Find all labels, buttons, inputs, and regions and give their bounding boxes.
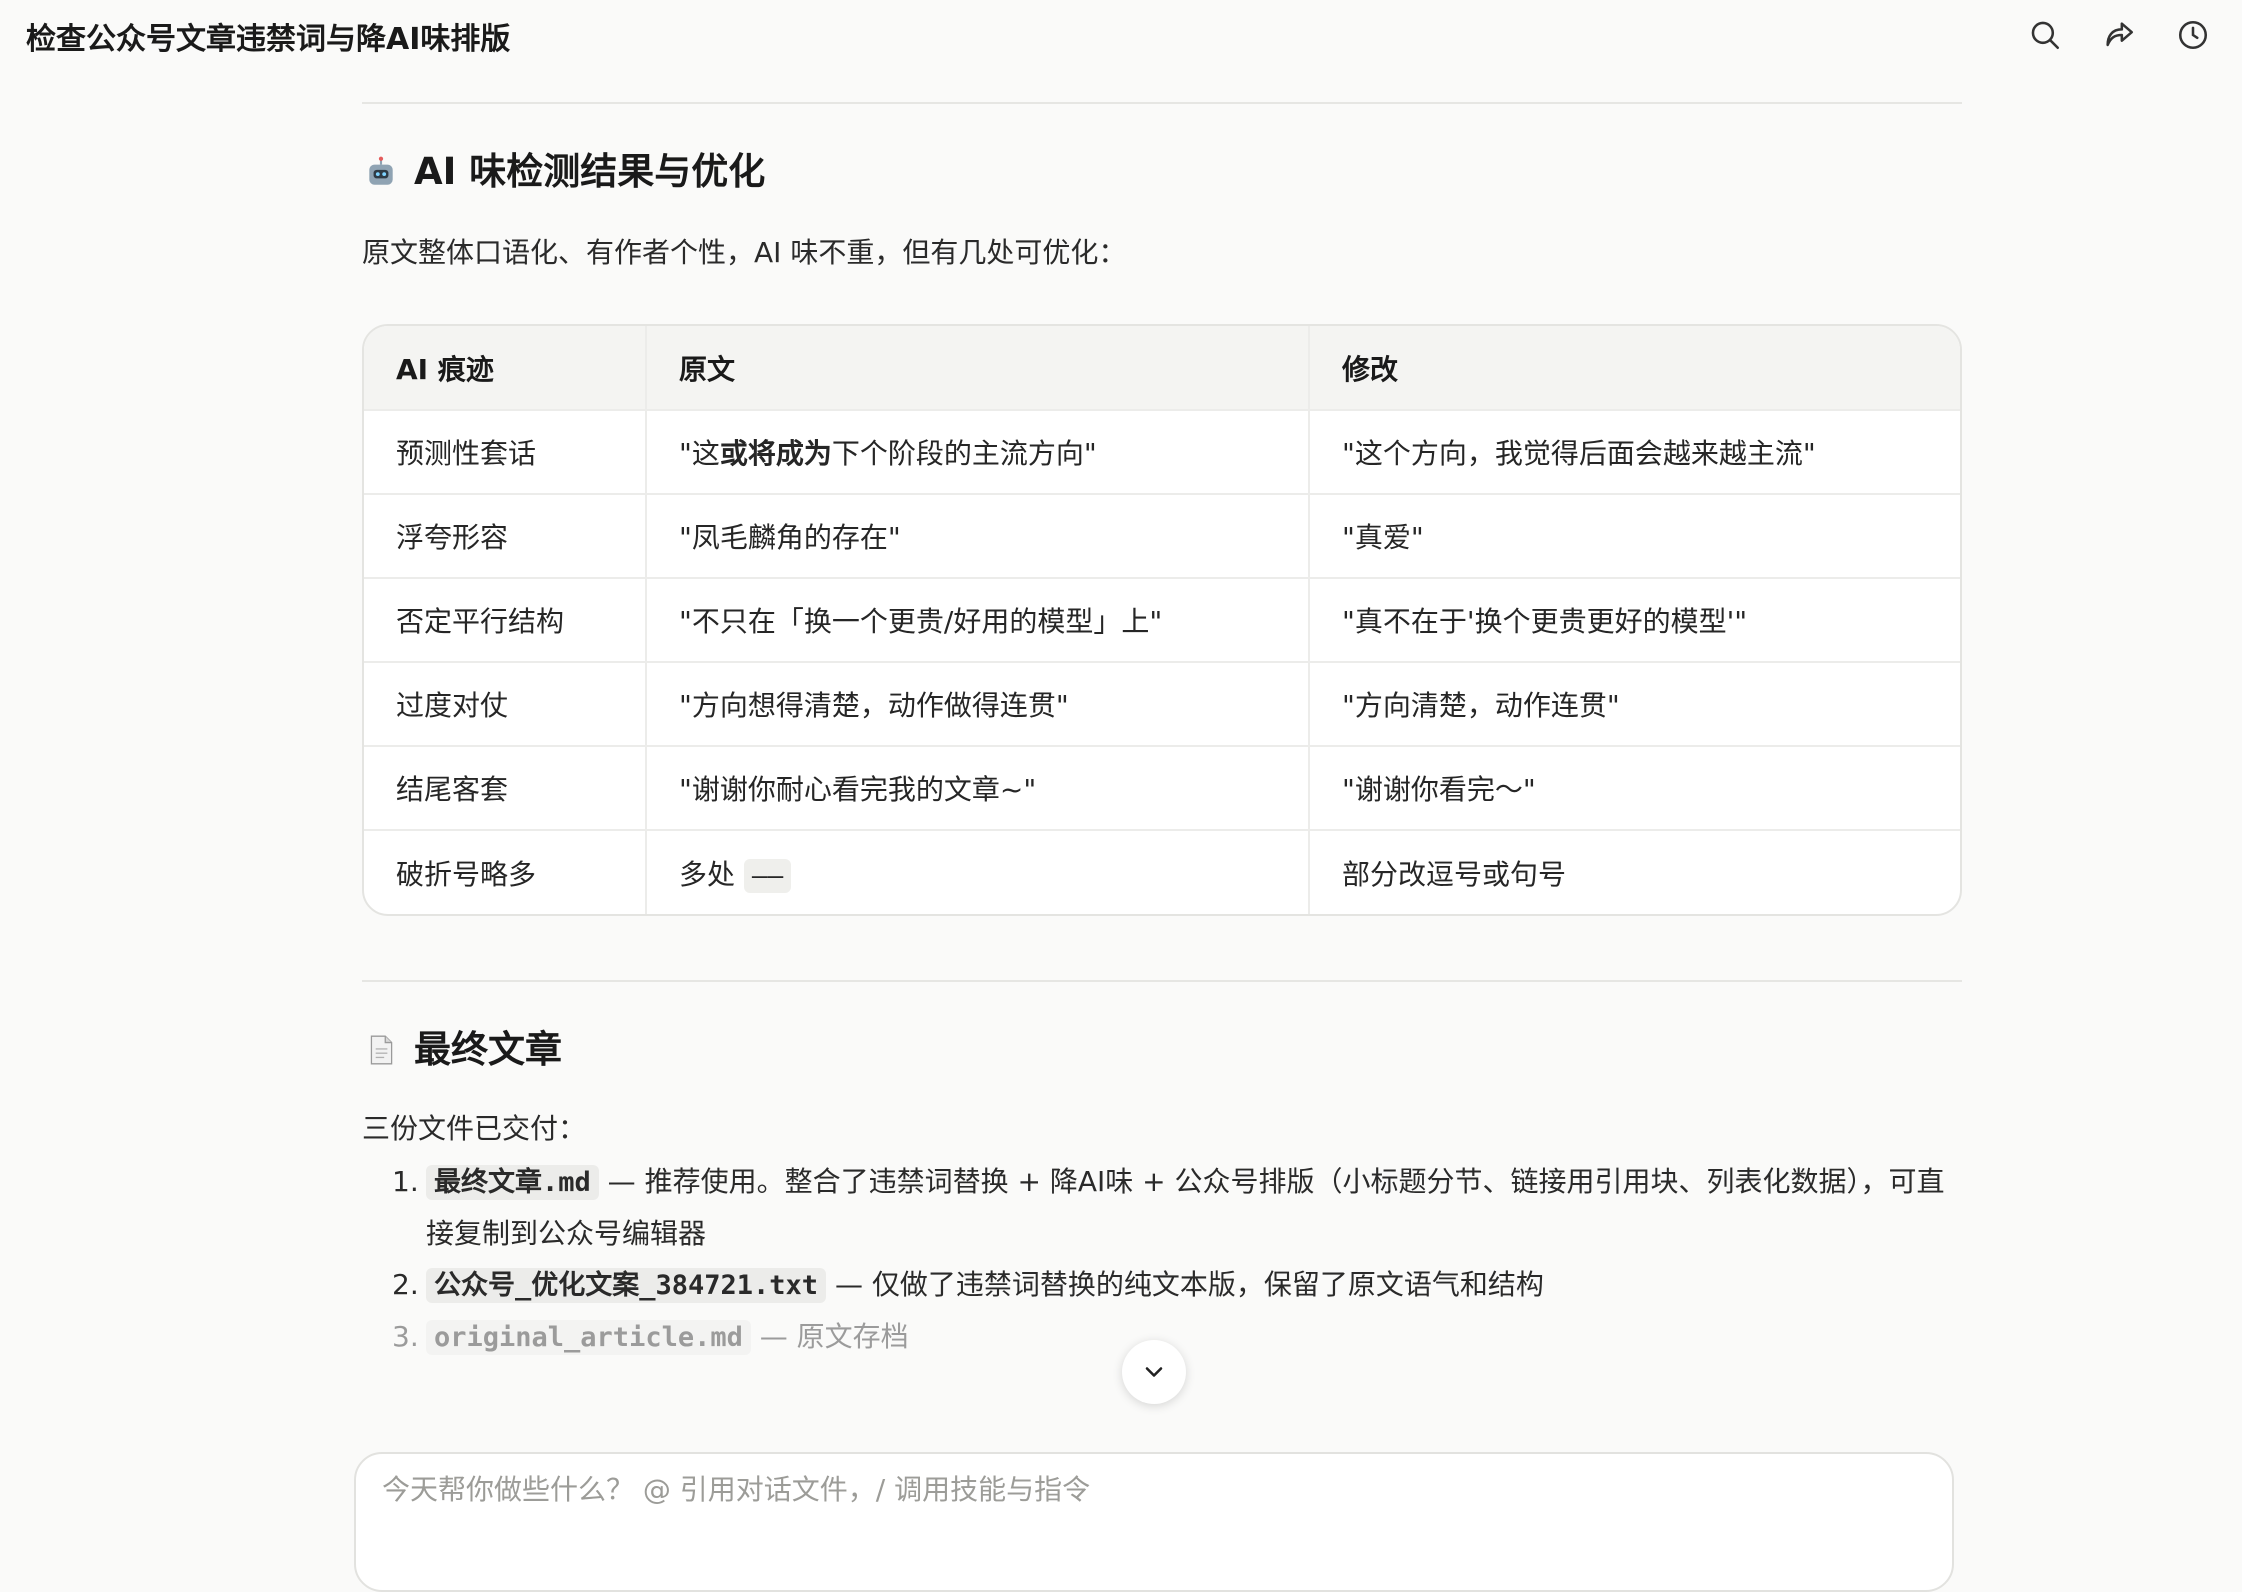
final-section-title: 最终文章	[414, 1028, 562, 1071]
table-cell-original: "不只在「换一个更贵/好用的模型」上"	[646, 578, 1310, 663]
file-description: — 推荐使用。整合了违禁词替换 + 降AI味 + 公众号排版（小标题分节、链接用…	[426, 1165, 1945, 1250]
message-content: AI 味检测结果与优化 原文整体口语化、有作者个性，AI 味不重，但有几处可优化…	[362, 102, 1962, 1363]
file-list: 1. 最终文章.md — 推荐使用。整合了违禁词替换 + 降AI味 + 公众号排…	[362, 1156, 1962, 1363]
table-cell-original: "凤毛麟角的存在"	[646, 494, 1310, 579]
search-icon[interactable]	[2026, 16, 2064, 54]
top-actions	[2026, 16, 2212, 54]
table-row: 预测性套话 "这或将成为下个阶段的主流方向" "这个方向，我觉得后面会越来越主流…	[364, 410, 1960, 495]
table-cell-trace: 破折号略多	[364, 830, 647, 914]
file-name[interactable]: 最终文章.md	[426, 1165, 599, 1200]
file-name[interactable]: original_article.md	[426, 1320, 751, 1355]
table-cell-fix: "真不在于'换个更贵更好的模型'"	[1309, 578, 1960, 663]
list-number: 2.	[392, 1268, 419, 1301]
document-icon	[362, 1031, 400, 1069]
table-cell-fix: "谢谢你看完～"	[1309, 746, 1960, 831]
table-cell-fix: "方向清楚，动作连贯"	[1309, 662, 1960, 747]
ai-section-intro: 原文整体口语化、有作者个性，AI 味不重，但有几处可优化：	[362, 236, 1127, 269]
file-description: — 仅做了违禁词替换的纯文本版，保留了原文语气和结构	[826, 1268, 1544, 1301]
history-icon[interactable]	[2174, 16, 2212, 54]
original-text-bold: 或将成为	[719, 437, 832, 470]
file-description: — 原文存档	[750, 1320, 909, 1353]
top-bar: 检查公众号文章违禁词与降AI味排版	[0, 0, 2242, 80]
ai-trace-table: AI 痕迹 原文 修改 预测性套话 "这或将成为下个阶段的主流方向" "这个方向…	[362, 324, 1962, 916]
list-number: 1.	[392, 1165, 419, 1198]
ai-section-title: AI 味检测结果与优化	[414, 150, 766, 193]
original-text: 多处	[679, 857, 736, 891]
table-row: 结尾客套 "谢谢你耐心看完我的文章~" "谢谢你看完～"	[364, 746, 1960, 831]
inline-code: ——	[743, 858, 792, 893]
table-cell-trace: 否定平行结构	[364, 578, 647, 663]
list-item: 1. 最终文章.md — 推荐使用。整合了违禁词替换 + 降AI味 + 公众号排…	[362, 1156, 1962, 1259]
table-header: 原文	[646, 326, 1310, 411]
chevron-down-icon	[1145, 1367, 1163, 1377]
table-cell-original: "谢谢你耐心看完我的文章~"	[646, 746, 1310, 831]
file-name[interactable]: 公众号_优化文案_384721.txt	[426, 1268, 827, 1303]
chat-title: 检查公众号文章违禁词与降AI味排版	[26, 22, 511, 57]
table-cell-trace: 浮夸形容	[364, 494, 647, 579]
table-cell-original: 多处 ——	[646, 830, 1310, 914]
table-header: AI 痕迹	[364, 326, 647, 411]
table-cell-original: "这或将成为下个阶段的主流方向"	[646, 410, 1310, 495]
table-row: 破折号略多 多处 —— 部分改逗号或句号	[364, 830, 1960, 914]
table-row: 否定平行结构 "不只在「换一个更贵/好用的模型」上" "真不在于'换个更贵更好的…	[364, 578, 1960, 663]
table-header-row: AI 痕迹 原文 修改	[364, 326, 1960, 411]
table-cell-trace: 过度对仗	[364, 662, 647, 747]
table-cell-trace: 结尾客套	[364, 746, 647, 831]
table-cell-fix: 部分改逗号或句号	[1342, 857, 1567, 891]
table-row: 浮夸形容 "凤毛麟角的存在" "真爱"	[364, 494, 1960, 579]
table-cell-original: "方向想得清楚，动作做得连贯"	[646, 662, 1310, 747]
robot-icon	[362, 153, 400, 191]
table-row: 过度对仗 "方向想得清楚，动作做得连贯" "方向清楚，动作连贯"	[364, 662, 1960, 747]
table-cell-fix: "真爱"	[1309, 494, 1960, 579]
message-input[interactable]	[380, 1472, 1928, 1507]
final-section-heading: 最终文章	[362, 1024, 1962, 1076]
table-cell-fix: "这个方向，我觉得后面会越来越主流"	[1309, 410, 1960, 495]
share-icon[interactable]	[2100, 16, 2138, 54]
scroll-down-button[interactable]	[1122, 1340, 1186, 1404]
ai-section-heading: AI 味检测结果与优化	[362, 146, 1962, 198]
composer	[354, 1452, 1954, 1592]
list-item: 2. 公众号_优化文案_384721.txt — 仅做了违禁词替换的纯文本版，保…	[362, 1259, 1962, 1311]
table-cell-trace: 预测性套话	[364, 410, 647, 495]
original-text-pre: "这	[679, 437, 720, 470]
list-number: 3.	[392, 1320, 419, 1353]
final-section-intro: 三份文件已交付：	[362, 1112, 587, 1145]
original-text-post: 下个阶段的主流方向"	[831, 437, 1097, 470]
table-header: 修改	[1309, 326, 1960, 411]
